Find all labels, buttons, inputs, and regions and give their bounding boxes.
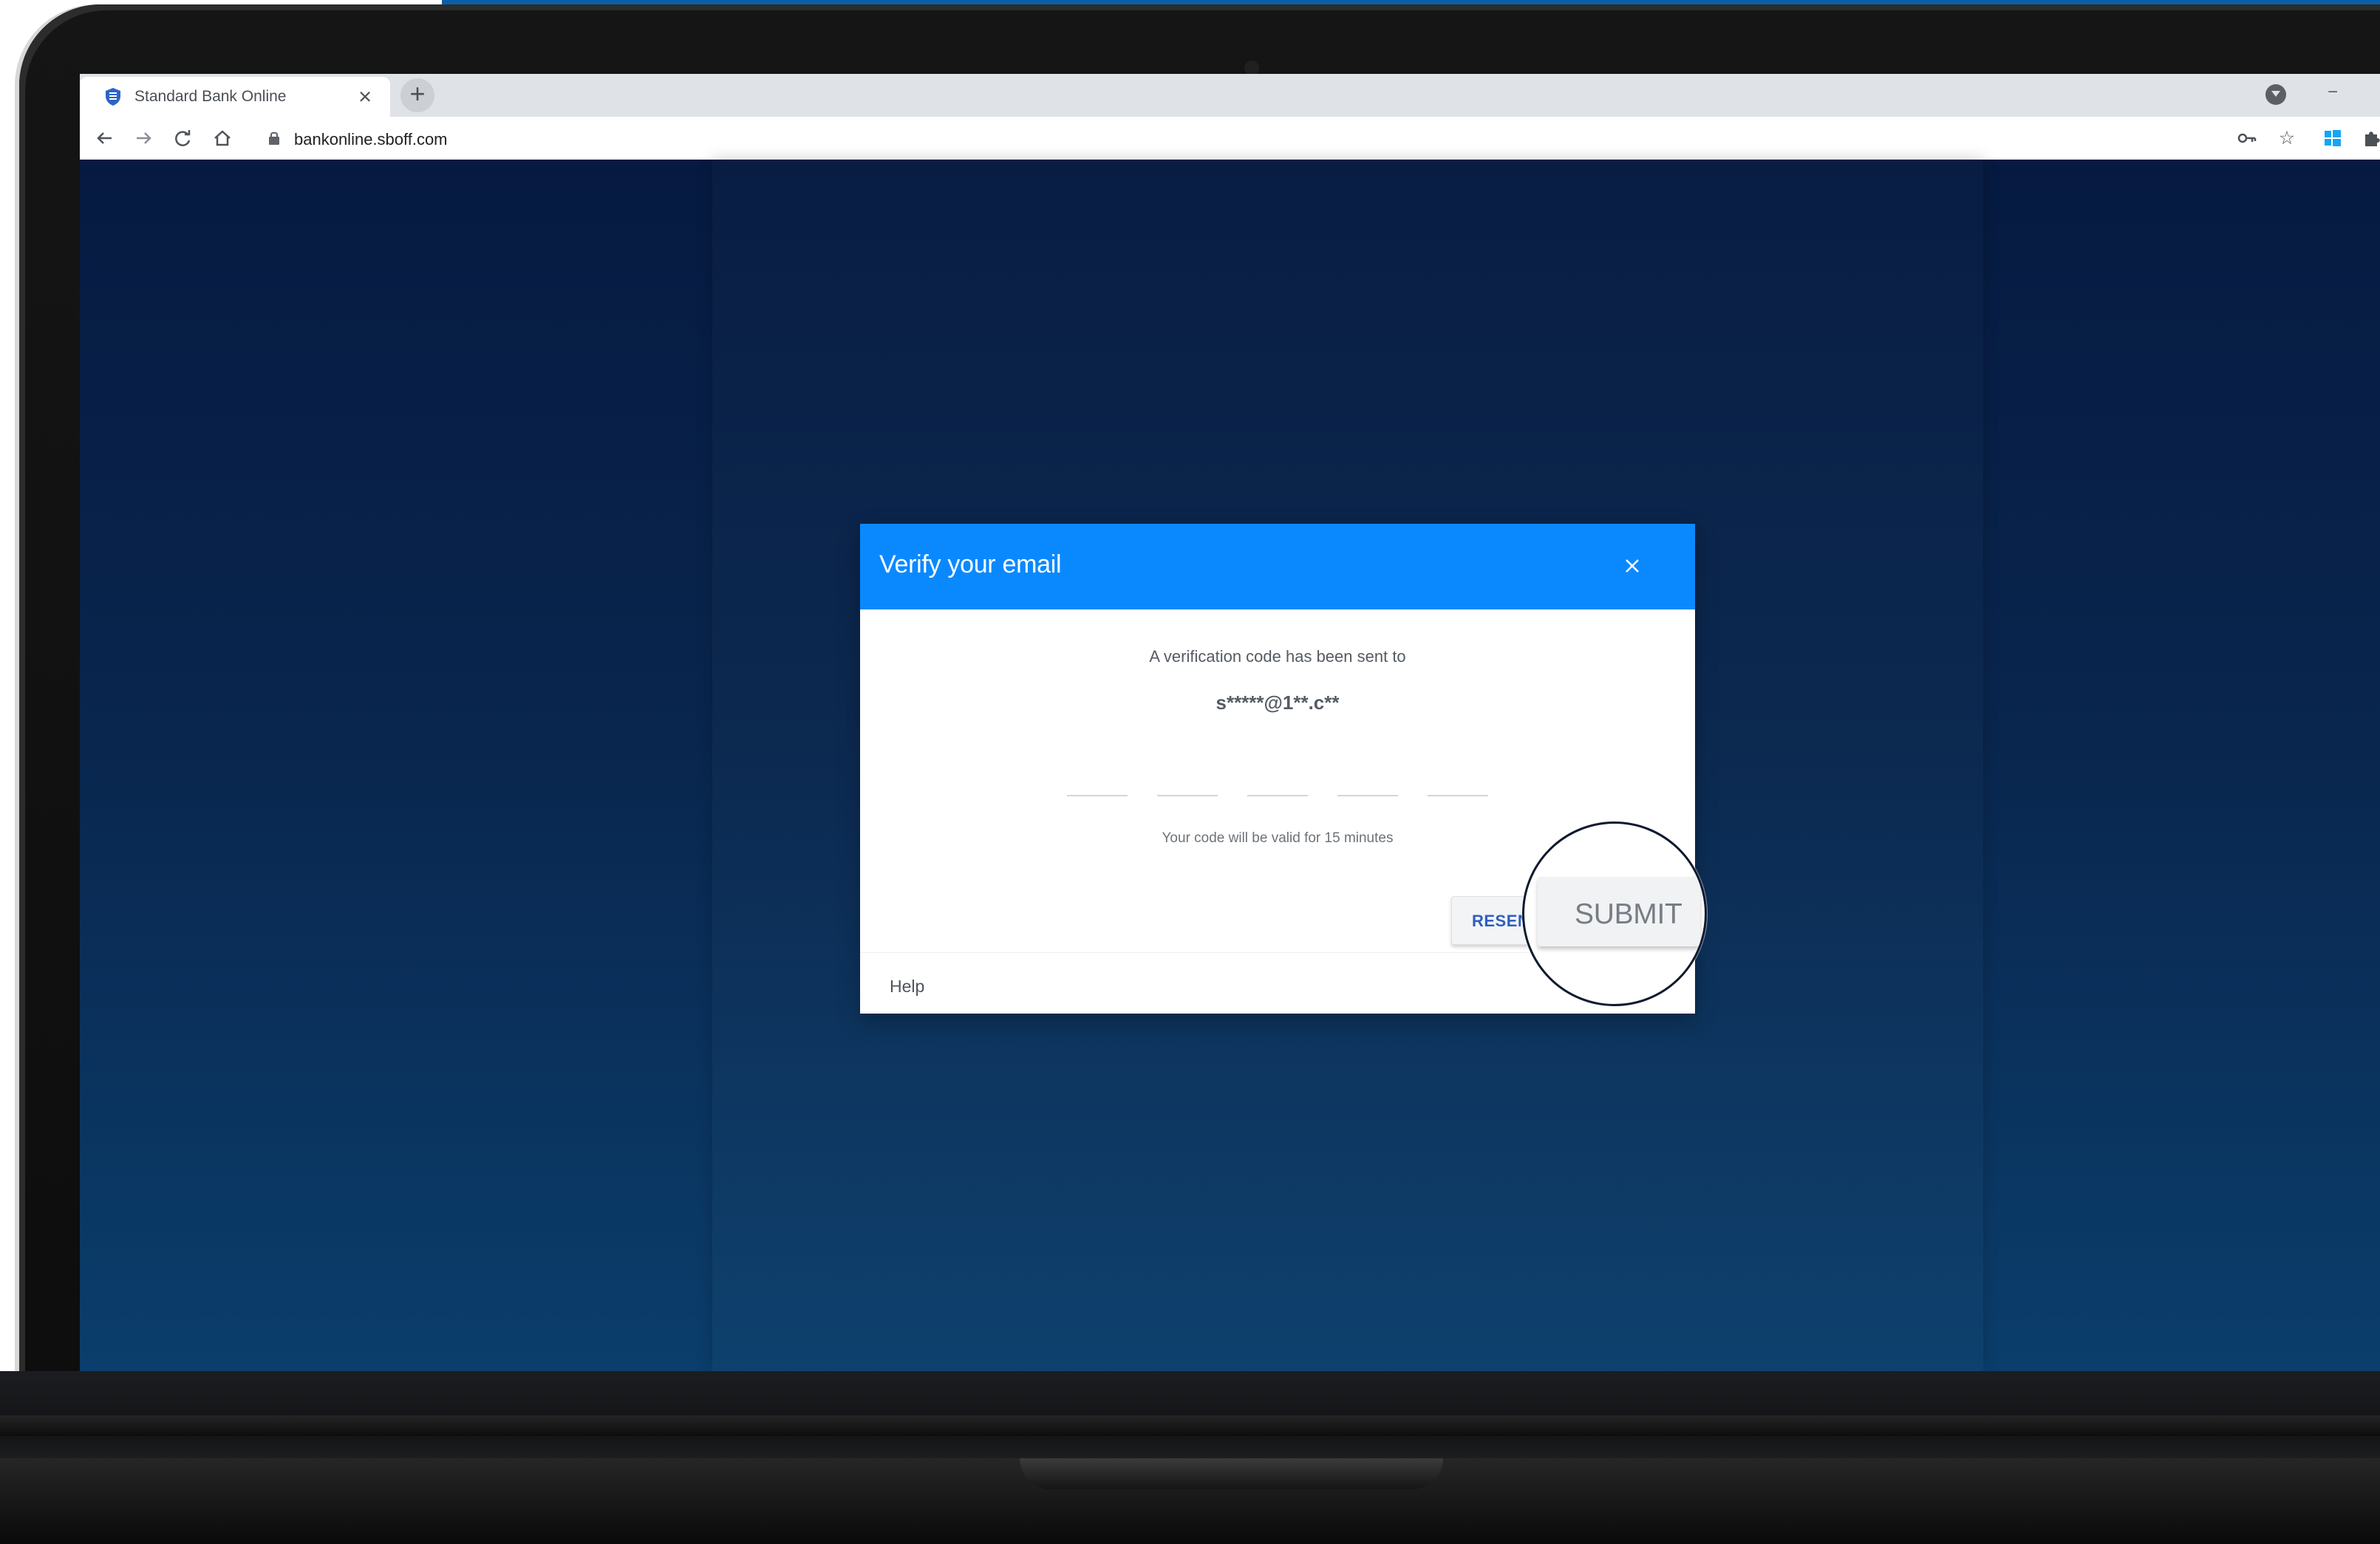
camera-dot [1244, 61, 1259, 75]
code-digit-5[interactable] [1428, 795, 1488, 796]
laptop-lid-notch [1020, 1458, 1443, 1489]
code-digit-3[interactable] [1247, 795, 1308, 796]
tab-title: Standard Bank Online [134, 88, 287, 105]
laptop-screen: Standard Bank Online × + − bankonline.sb… [80, 74, 2380, 1371]
browser-toolbar: bankonline.sboff.com ☆ [80, 117, 2380, 160]
bank-page-background: Verify your email A verification code ha… [80, 160, 2380, 1371]
dialog-title: Verify your email [879, 550, 1062, 578]
windows-svg [2325, 130, 2341, 146]
laptop-bottom [0, 1371, 2380, 1544]
laptop-hinge [0, 1415, 2380, 1436]
help-link[interactable]: Help [890, 977, 924, 997]
browser-tab-bar: Standard Bank Online × + − [80, 74, 2380, 117]
lock-svg [269, 131, 279, 145]
star-icon[interactable]: ☆ [2276, 127, 2298, 149]
screenshot-stage: Standard Bank Online × + − bankonline.sb… [0, 0, 2380, 1544]
key-icon[interactable] [2236, 127, 2258, 149]
puzzle-icon[interactable] [2360, 127, 2380, 149]
submit-button[interactable]: SUBMIT [1538, 877, 1700, 946]
browser-tab[interactable]: Standard Bank Online × [80, 77, 390, 117]
code-digit-4[interactable] [1337, 795, 1398, 796]
reload-svg [175, 130, 191, 146]
verification-message: A verification code has been sent to [1149, 647, 1406, 666]
back-arrow-icon[interactable] [93, 127, 115, 149]
resend-button-label: RESEN [1472, 912, 1530, 930]
bank-shield-svg [106, 88, 120, 106]
close-icon[interactable] [1621, 555, 1643, 577]
dialog-header: Verify your email [860, 524, 1695, 609]
forward-arrow-svg [137, 132, 151, 144]
bank-shield-icon [102, 86, 124, 108]
back-arrow-svg [97, 132, 112, 144]
tab-search-icon[interactable] [2265, 84, 2286, 105]
submit-zoom-callout: SUBMIT [1522, 821, 1707, 1006]
dialog-close-svg [1626, 559, 1639, 573]
code-digit-1[interactable] [1067, 795, 1128, 796]
verification-code-input[interactable] [1067, 795, 1488, 798]
address-bar-url[interactable]: bankonline.sboff.com [294, 130, 448, 149]
puzzle-svg [2365, 131, 2380, 146]
lock-icon [267, 131, 281, 146]
reload-icon[interactable] [171, 127, 194, 149]
new-tab-button[interactable]: + [400, 78, 434, 112]
home-svg [214, 130, 231, 146]
forward-arrow-icon[interactable] [133, 127, 155, 149]
home-icon[interactable] [211, 127, 233, 149]
masked-email: s*****@1**.c** [1215, 691, 1340, 714]
minimize-button[interactable]: − [2328, 83, 2348, 102]
code-digit-2[interactable] [1157, 795, 1218, 796]
windows-icon[interactable] [2322, 127, 2344, 149]
key-svg [2237, 133, 2257, 143]
submit-button-label: SUBMIT [1575, 898, 1682, 930]
close-icon[interactable]: × [353, 83, 377, 109]
